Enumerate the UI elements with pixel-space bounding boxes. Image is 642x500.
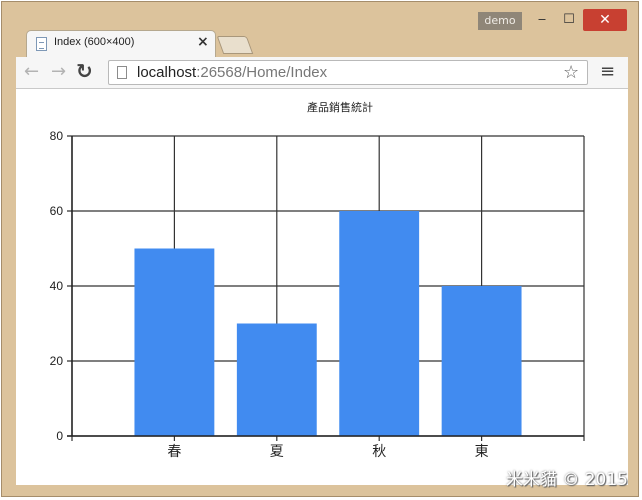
tab-title: Index (600×400) [54,36,135,48]
new-tab-button[interactable] [216,36,254,54]
x-tick-label: 東 [475,444,489,460]
watermark: 米米貓 © 2015 [505,470,628,490]
y-tick-label: 60 [50,204,64,218]
user-badge[interactable]: demo [478,12,522,30]
x-tick-label: 春 [167,444,181,460]
bar [339,211,420,436]
bar-chart: 產品銷售統計 0 20 40 60 80 春 夏 秋 東 [50,100,585,460]
page-icon [117,66,127,79]
y-tick-label: 80 [50,129,64,143]
tab-close-icon[interactable]: × [197,34,209,50]
bar [441,286,522,436]
bar [236,323,317,436]
x-tick-label: 夏 [270,444,284,460]
close-window-button[interactable]: ✕ [583,9,627,31]
url-path: :26568/Home/Index [196,64,328,81]
browser-toolbar: ← → ↻ localhost:26568/Home/Index ☆ ≡ [16,57,628,89]
y-tick-label: 20 [50,354,64,368]
page-icon [36,37,47,51]
url-text[interactable]: localhost:26568/Home/Index [137,64,327,81]
maximize-button[interactable]: ☐ [559,9,579,31]
y-tick-label: 40 [50,279,64,293]
minimize-button[interactable]: ‒ [532,9,552,31]
address-bar[interactable]: localhost:26568/Home/Index ☆ [108,60,588,85]
menu-icon[interactable]: ≡ [600,61,615,82]
bookmark-star-icon[interactable]: ☆ [563,62,579,83]
forward-arrow-icon[interactable]: → [51,61,66,82]
chart-title: 產品銷售統計 [307,100,373,114]
tab-index[interactable]: Index (600×400) × [26,30,216,57]
x-tick-label: 秋 [372,444,386,460]
y-tick-label: 0 [56,429,63,443]
url-host: localhost [137,64,197,81]
reload-icon[interactable]: ↻ [76,59,93,83]
browser-window: demo ‒ ☐ ✕ Index (600×400) × ← → ↻ local… [1,1,639,497]
page-viewport: 產品銷售統計 0 20 40 60 80 春 夏 秋 東 [16,89,628,485]
back-arrow-icon[interactable]: ← [24,61,39,82]
bar [134,248,215,436]
